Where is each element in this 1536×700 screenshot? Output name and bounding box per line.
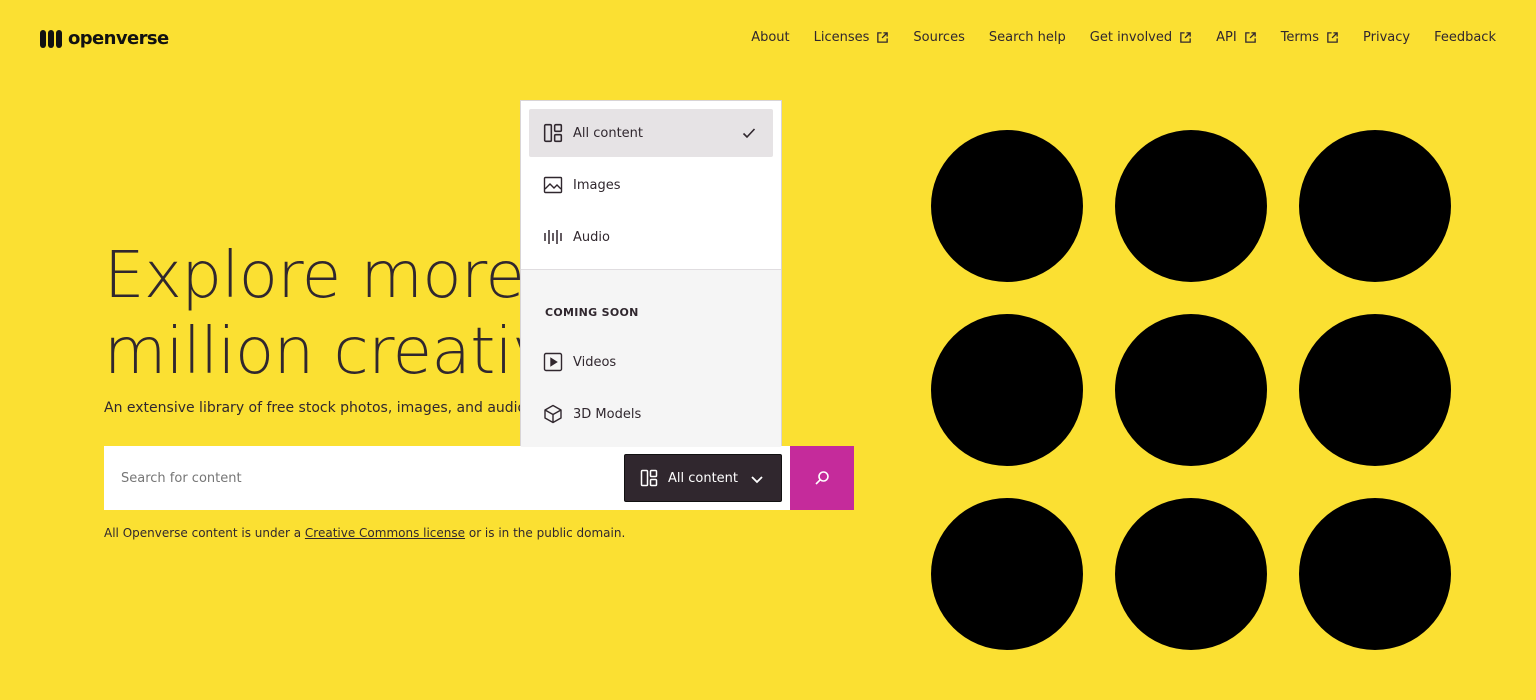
search-icon <box>815 471 829 485</box>
dropdown-item-3d-models: 3D Models <box>529 390 773 438</box>
nav-about[interactable]: About <box>751 30 789 45</box>
nav-terms[interactable]: Terms <box>1281 30 1339 45</box>
decorative-circle <box>1115 498 1267 650</box>
dropdown-item-images[interactable]: Images <box>529 161 773 209</box>
main-nav: About Licenses Sources Search help Get i… <box>751 30 1496 45</box>
cube-icon <box>544 404 562 424</box>
hero-title-line1: Explore more t <box>104 239 569 313</box>
nav-label: Search help <box>988 30 1066 45</box>
checkmark-icon <box>742 128 756 139</box>
external-link-icon <box>1180 32 1191 43</box>
all-content-icon <box>543 123 563 143</box>
content-type-button[interactable]: All content <box>624 454 782 502</box>
openverse-logo[interactable]: openverse <box>40 28 169 49</box>
nav-search-help[interactable]: Search help <box>989 30 1066 45</box>
external-link-icon <box>877 32 889 43</box>
nav-api[interactable]: API <box>1216 30 1257 45</box>
decorative-circles <box>931 130 1451 650</box>
decorative-circle <box>1115 130 1267 282</box>
nav-feedback[interactable]: Feedback <box>1434 30 1496 45</box>
nav-privacy[interactable]: Privacy <box>1363 30 1410 45</box>
chevron-down-icon <box>751 476 763 484</box>
nav-licenses[interactable]: Licenses <box>814 30 890 45</box>
nav-label: Terms <box>1280 30 1319 45</box>
hero-title-line2: million creative <box>104 315 589 389</box>
dropdown-item-label: Images <box>573 177 621 193</box>
decorative-circle <box>931 498 1083 650</box>
nav-label: Privacy <box>1363 30 1411 45</box>
decorative-circle <box>931 130 1083 282</box>
search-submit-button[interactable] <box>790 446 854 510</box>
external-link-icon <box>1327 32 1338 43</box>
video-icon <box>543 352 563 372</box>
logo-mark-icon <box>40 29 62 48</box>
coming-soon-label: COMING SOON <box>545 306 639 319</box>
external-link-icon <box>1244 32 1256 43</box>
dropdown-item-label: All content <box>573 125 644 141</box>
dropdown-item-label: 3D Models <box>573 406 642 422</box>
nav-label: API <box>1216 30 1237 45</box>
coming-soon-section: COMING SOON Videos 3D Models <box>521 269 781 447</box>
nav-label: About <box>751 30 790 45</box>
nav-label: Licenses <box>813 30 870 45</box>
all-content-icon <box>640 469 658 487</box>
dropdown-item-all-content[interactable]: All content <box>529 109 773 157</box>
license-note-suffix: or is in the public domain. <box>465 526 626 540</box>
decorative-circle <box>1299 498 1451 650</box>
image-icon <box>543 176 563 194</box>
creative-commons-link[interactable]: Creative Commons license <box>305 526 465 540</box>
search-input[interactable] <box>104 446 624 510</box>
nav-get-involved[interactable]: Get involved <box>1090 30 1192 45</box>
dropdown-item-label: Audio <box>573 229 610 245</box>
audio-icon <box>544 230 562 244</box>
nav-label: Get involved <box>1089 30 1173 45</box>
decorative-circle <box>1115 314 1267 466</box>
license-note-prefix: All Openverse content is under a <box>104 526 305 540</box>
nav-label: Sources <box>913 30 965 45</box>
decorative-circle <box>931 314 1083 466</box>
decorative-circle <box>1299 130 1451 282</box>
content-type-dropdown: All content Images Audio COMING SOON Vid… <box>520 100 782 447</box>
dropdown-item-videos: Videos <box>529 338 773 386</box>
nav-sources[interactable]: Sources <box>913 30 964 45</box>
hero-title: Explore more t million creative <box>104 238 589 390</box>
nav-label: Feedback <box>1434 30 1496 45</box>
logo-text: openverse <box>68 28 169 49</box>
decorative-circle <box>1299 314 1451 466</box>
search-bar: All content <box>104 446 854 510</box>
hero-subtitle: An extensive library of free stock photo… <box>104 400 544 416</box>
dropdown-item-label: Videos <box>573 354 617 370</box>
content-type-label: All content <box>668 470 739 486</box>
license-note: All Openverse content is under a Creativ… <box>104 526 625 540</box>
dropdown-item-audio[interactable]: Audio <box>529 213 773 261</box>
